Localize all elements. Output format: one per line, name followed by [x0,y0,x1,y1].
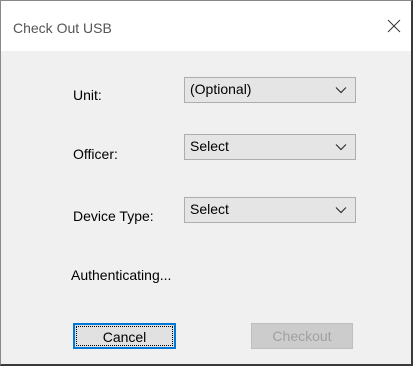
close-button[interactable] [383,15,405,37]
checkout-button[interactable]: Checkout [251,323,353,349]
dialog-title: Check Out USB [13,20,112,36]
device-type-dropdown[interactable]: Select [184,197,356,223]
cancel-button[interactable]: Cancel [73,323,176,349]
title-bar: Check Out USB [1,1,411,51]
checkout-button-label: Checkout [272,328,332,344]
close-icon [387,19,401,33]
unit-dropdown[interactable]: (Optional) [184,77,356,103]
unit-label: Unit: [73,87,102,103]
officer-dropdown[interactable]: Select [184,134,356,160]
status-text: Authenticating... [71,267,172,283]
unit-selected-value: (Optional) [190,81,252,97]
officer-label: Officer: [73,146,118,162]
device-type-selected-value: Select [190,201,229,217]
chevron-down-icon [335,87,347,94]
check-out-usb-dialog: Check Out USB Unit: (Optional) Officer: … [0,0,413,366]
chevron-down-icon [335,207,347,214]
device-type-label: Device Type: [73,208,154,224]
cancel-button-label: Cancel [102,329,147,345]
officer-selected-value: Select [190,138,229,154]
chevron-down-icon [335,144,347,151]
